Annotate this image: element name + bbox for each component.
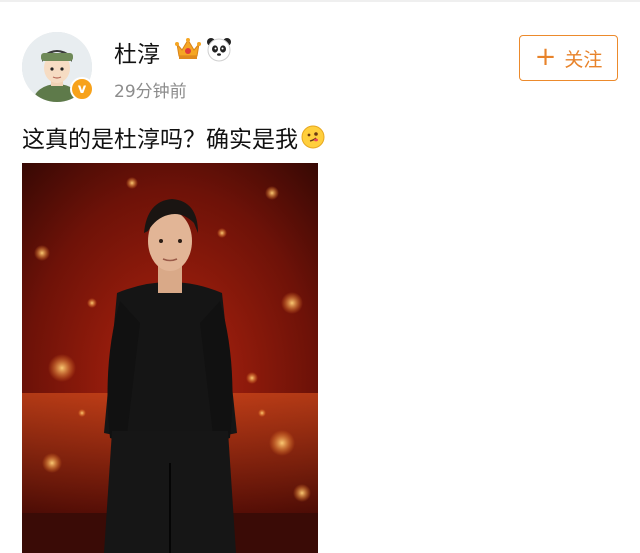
username[interactable]: 杜淳 <box>114 35 160 69</box>
post-text: 这真的是杜淳吗？确实是我 <box>22 127 298 153</box>
post-content: 这真的是杜淳吗？确实是我 <box>22 120 325 154</box>
crown-icon[interactable] <box>174 36 202 62</box>
post-photo[interactable] <box>22 163 318 553</box>
top-divider <box>0 0 640 2</box>
post-timestamp[interactable]: 29分钟前 <box>114 77 187 102</box>
smile-emoji-icon <box>301 125 325 149</box>
panda-icon[interactable] <box>206 36 232 62</box>
plus-icon: + <box>534 41 557 72</box>
verified-badge-icon: v <box>70 77 94 101</box>
follow-label: 关注 <box>564 48 603 71</box>
follow-button[interactable]: + 关注 <box>519 35 618 81</box>
